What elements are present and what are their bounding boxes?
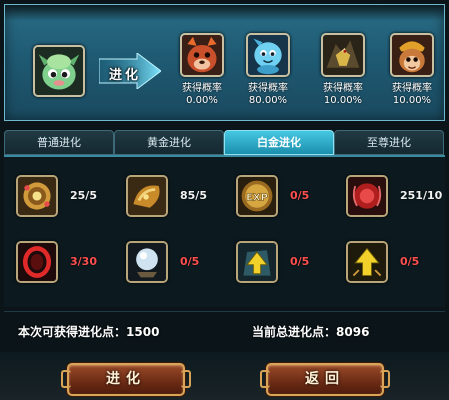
material-slot[interactable]: 85/5: [114, 171, 224, 221]
material-slot[interactable]: 25/5: [4, 171, 114, 221]
target-probability-label: 获得概率: [392, 83, 432, 94]
material-slot[interactable]: 0/5: [334, 237, 444, 287]
fire-bear-pet-icon: [180, 33, 224, 77]
red-dragon-orb-icon: [346, 175, 388, 217]
tab-supreme-evolution[interactable]: 至尊进化: [334, 130, 444, 155]
total-points-label: 当前总进化点：: [252, 325, 337, 339]
target-pet-2[interactable]: 获得概率 80.00%: [239, 33, 297, 107]
target-probability-label: 获得概率: [182, 83, 222, 94]
target-probability-value: 10.00%: [323, 95, 363, 106]
back-button[interactable]: 返回: [260, 363, 390, 396]
red-dragon-ring-icon: [16, 241, 58, 283]
golden-amulet-icon: [16, 175, 58, 217]
monkey-king-pet-icon: [390, 33, 434, 77]
target-pet-3[interactable]: 获得概率 10.00%: [314, 33, 372, 107]
evolve-label: 进化: [109, 68, 142, 83]
material-count: 25/5: [70, 189, 97, 202]
material-slot[interactable]: 251/10: [334, 171, 444, 221]
target-probability-label: 获得概率: [323, 83, 363, 94]
upgrade-arrow-icon: [236, 241, 278, 283]
target-pet-4[interactable]: 获得概率 10.00%: [383, 33, 441, 107]
dark-eagle-pet-icon: [321, 33, 365, 77]
svg-text:EXP: EXP: [246, 193, 268, 204]
material-count: 0/5: [180, 255, 200, 268]
evolution-tabs: 普通进化 黄金进化 白金进化 至尊进化: [4, 130, 445, 155]
target-probability-value: 80.00%: [248, 95, 288, 106]
obtainable-points-value: 1500: [126, 325, 160, 339]
target-probability-value: 0.00%: [186, 95, 218, 106]
evolve-button[interactable]: 进化: [61, 363, 191, 396]
material-slot[interactable]: 0/5: [114, 237, 224, 287]
divider: [4, 311, 445, 312]
material-count: 85/5: [180, 189, 207, 202]
total-points: 当前总进化点：8096: [252, 323, 369, 340]
material-slot[interactable]: 0/5: [224, 237, 334, 287]
material-slot[interactable]: EXP 0/5: [224, 171, 334, 221]
tab-normal-evolution[interactable]: 普通进化: [4, 130, 114, 155]
target-probability-label: 获得概率: [248, 83, 288, 94]
target-probability-value: 10.00%: [392, 95, 432, 106]
crystal-ball-icon: [126, 241, 168, 283]
total-points-value: 8096: [336, 325, 370, 339]
material-count: 0/5: [290, 255, 310, 268]
evolution-panel: 进化 获得概率 0.00% 获得概率 80.00% 获得概率 10.00% 获得…: [4, 4, 445, 121]
material-count: 0/5: [290, 189, 310, 202]
material-count: 0/5: [400, 255, 420, 268]
blue-water-pet-icon: [246, 33, 290, 77]
golden-dragon-egg-icon: [126, 175, 168, 217]
material-count: 251/10: [400, 189, 443, 202]
material-count: 3/30: [70, 255, 97, 268]
exp-orb-icon: EXP: [236, 175, 278, 217]
obtainable-points: 本次可获得进化点：1500: [18, 323, 159, 340]
materials-grid: 25/5 85/5 EXP 0/5 251/10 3/30 0/5 0/5 0/…: [4, 157, 445, 307]
tab-gold-evolution[interactable]: 黄金进化: [114, 130, 224, 155]
green-dragon-pet-icon[interactable]: [33, 45, 85, 97]
material-slot[interactable]: 3/30: [4, 237, 114, 287]
gold-upgrade-arrow-icon: [346, 241, 388, 283]
obtainable-points-label: 本次可获得进化点：: [18, 325, 127, 339]
target-pet-1[interactable]: 获得概率 0.00%: [173, 33, 231, 107]
tab-platinum-evolution[interactable]: 白金进化: [224, 130, 334, 155]
